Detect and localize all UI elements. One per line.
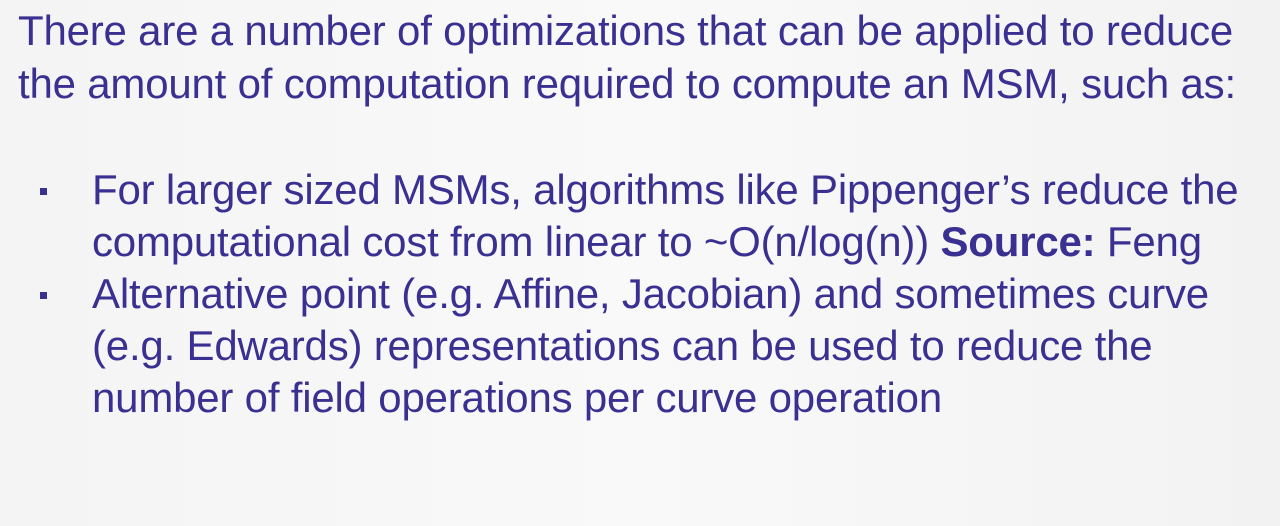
source-label: Source: — [940, 218, 1096, 265]
bullet-item-pippenger: For larger sized MSMs, algorithms like P… — [0, 164, 1270, 268]
bullet-text: For larger sized MSMs, algorithms like P… — [92, 164, 1270, 268]
bullet-text: Alternative point (e.g. Affine, Jacobian… — [92, 270, 1209, 421]
square-bullet-icon — [40, 292, 47, 299]
bullet-item-representations: Alternative point (e.g. Affine, Jacobian… — [0, 268, 1270, 424]
square-bullet-icon — [40, 188, 47, 195]
bullet-list: For larger sized MSMs, algorithms like P… — [0, 164, 1270, 424]
intro-paragraph: There are a number of optimizations that… — [18, 7, 1236, 107]
source-value: Feng — [1095, 218, 1202, 265]
slide: There are a number of optimizations that… — [0, 0, 1280, 526]
